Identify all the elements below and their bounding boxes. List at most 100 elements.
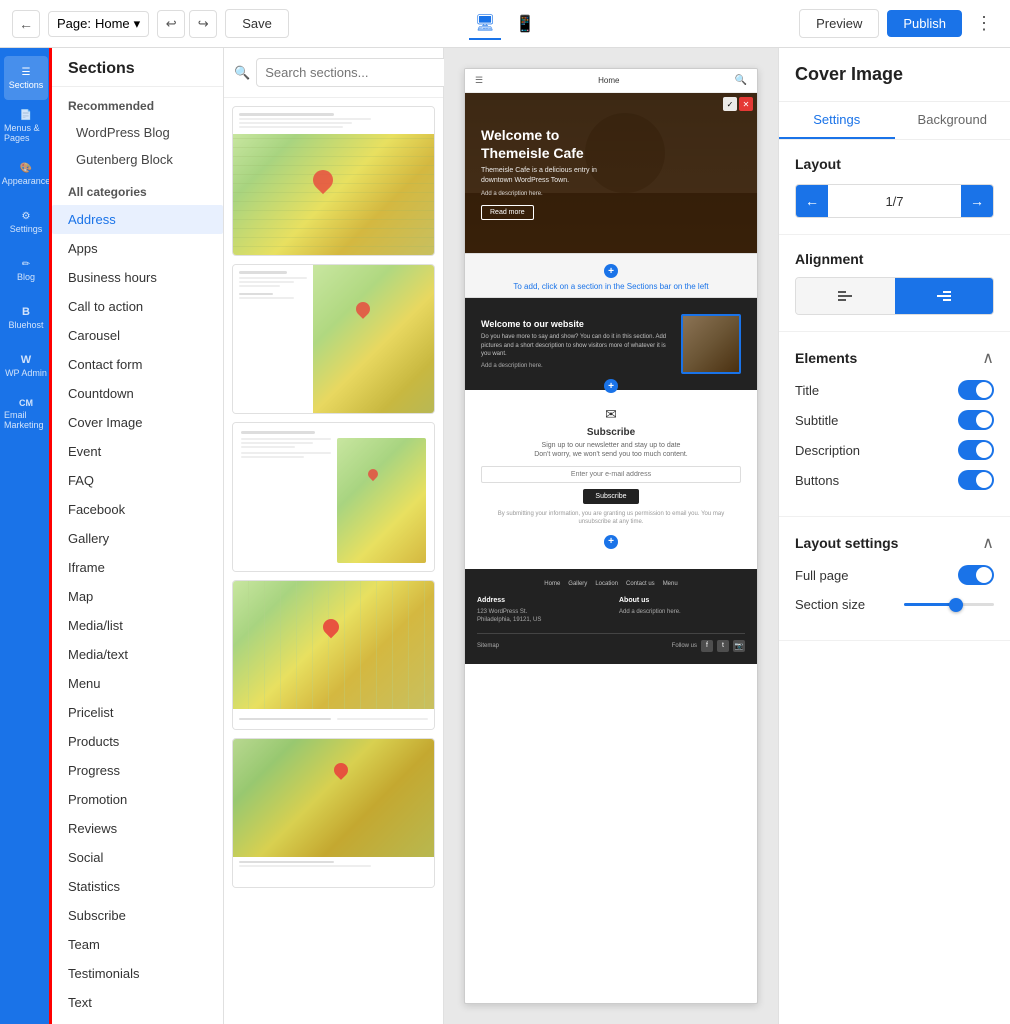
category-item-address[interactable]: Address — [52, 205, 223, 234]
section-thumb-5[interactable] — [232, 738, 435, 888]
category-item-facebook[interactable]: Facebook — [52, 495, 223, 524]
redo-button[interactable]: ↪ — [189, 10, 217, 38]
layout-next-button[interactable]: → — [961, 185, 993, 217]
category-item-apps[interactable]: Apps — [52, 234, 223, 263]
instagram-social-icon[interactable]: 📷 — [733, 640, 745, 652]
element-subtitle-label: Subtitle — [795, 413, 838, 428]
element-description-toggle[interactable] — [958, 440, 994, 460]
sidebar-item-sections[interactable]: ☰ Sections — [4, 56, 48, 100]
footer-nav-gallery[interactable]: Gallery — [568, 581, 587, 587]
sidebar-item-appearance[interactable]: 🎨 Appearance — [4, 152, 48, 196]
icon-sidebar: ☰ Sections 📄 Menus & Pages 🎨 Appearance … — [0, 48, 52, 1024]
footer-sitemap-link[interactable]: Sitemap — [477, 643, 499, 649]
align-left-button[interactable] — [796, 278, 895, 314]
category-item-promotion[interactable]: Promotion — [52, 785, 223, 814]
category-item-cover-image[interactable]: Cover Image — [52, 408, 223, 437]
twitter-social-icon[interactable]: t — [717, 640, 729, 652]
elements-header[interactable]: Elements ∧ — [795, 348, 994, 368]
category-item-social[interactable]: Social — [52, 843, 223, 872]
category-item-subscribe[interactable]: Subscribe — [52, 901, 223, 930]
search-input[interactable] — [256, 58, 450, 87]
sidebar-item-blog[interactable]: ✏ Blog — [4, 248, 48, 292]
menus-label: Menus & Pages — [4, 123, 48, 143]
footer-nav-contact[interactable]: Contact us — [626, 581, 655, 587]
alignment-buttons — [795, 277, 994, 315]
add-section-bar[interactable]: + To add, click on a section in the Sect… — [465, 253, 757, 298]
facebook-social-icon[interactable]: f — [701, 640, 713, 652]
sidebar-item-email-marketing[interactable]: CM Email Marketing — [4, 392, 48, 436]
back-button[interactable]: ← — [12, 10, 40, 38]
add-section-indicator-3[interactable]: + — [604, 535, 618, 549]
category-item-countdown[interactable]: Countdown — [52, 379, 223, 408]
hero-read-more-button[interactable]: Read more — [481, 205, 534, 220]
element-title-toggle[interactable] — [958, 380, 994, 400]
category-item-pricelist[interactable]: Pricelist — [52, 698, 223, 727]
category-item-call-to-action[interactable]: Call to action — [52, 292, 223, 321]
section-thumb-1[interactable] — [232, 106, 435, 256]
layout-settings-collapse-icon: ∧ — [982, 533, 994, 553]
appearance-label: Appearance — [2, 176, 51, 186]
subscribe-button[interactable]: Subscribe — [583, 489, 638, 504]
category-item-contact-form[interactable]: Contact form — [52, 350, 223, 379]
footer-nav-home[interactable]: Home — [544, 581, 560, 587]
section-thumb-3[interactable] — [232, 422, 435, 572]
full-page-label: Full page — [795, 568, 848, 583]
category-item-timeline[interactable]: Timeline — [52, 1017, 223, 1024]
section-size-slider[interactable] — [904, 603, 994, 606]
appearance-icon: 🎨 — [20, 163, 32, 174]
category-item-statistics[interactable]: Statistics — [52, 872, 223, 901]
sidebar-item-settings[interactable]: ⚙ Settings — [4, 200, 48, 244]
desktop-view-button[interactable]: 🖥 — [469, 8, 501, 40]
footer-nav-location[interactable]: Location — [595, 581, 618, 587]
layout-settings-header[interactable]: Layout settings ∧ — [795, 533, 994, 553]
save-button[interactable]: Save — [225, 9, 289, 38]
category-item-media-text[interactable]: Media/text — [52, 640, 223, 669]
layout-prev-button[interactable]: ← — [796, 185, 828, 217]
category-item-progress[interactable]: Progress — [52, 756, 223, 785]
sidebar-item-bluehost[interactable]: B Bluehost — [4, 296, 48, 340]
category-item-faq[interactable]: FAQ — [52, 466, 223, 495]
more-options-button[interactable]: ⋮ — [970, 10, 998, 38]
category-item-team[interactable]: Team — [52, 930, 223, 959]
element-row-description: Description — [795, 440, 994, 460]
publish-button[interactable]: Publish — [887, 10, 962, 37]
category-item-testimonials[interactable]: Testimonials — [52, 959, 223, 988]
preview-button[interactable]: Preview — [799, 9, 879, 38]
element-buttons-toggle[interactable] — [958, 470, 994, 490]
category-item-iframe[interactable]: Iframe — [52, 553, 223, 582]
category-item-text[interactable]: Text — [52, 988, 223, 1017]
footer-nav-menu[interactable]: Menu — [663, 581, 678, 587]
tab-settings[interactable]: Settings — [779, 102, 895, 139]
category-item-event[interactable]: Event — [52, 437, 223, 466]
page-label: Page: — [57, 16, 91, 31]
category-item-carousel[interactable]: Carousel — [52, 321, 223, 350]
section-thumb-2[interactable] — [232, 264, 435, 414]
hero-delete-badge[interactable]: ✕ — [739, 97, 753, 111]
sidebar-item-wp-admin[interactable]: W WP Admin — [4, 344, 48, 388]
add-section-indicator-2[interactable]: + — [604, 379, 618, 393]
category-item-map[interactable]: Map — [52, 582, 223, 611]
subscribe-email-input[interactable] — [481, 466, 741, 483]
hero-check-badge[interactable]: ✓ — [723, 97, 737, 111]
welcome-title: Welcome to our website — [481, 319, 673, 329]
recommended-item-wordpress-blog[interactable]: WordPress Blog — [52, 119, 223, 146]
element-subtitle-toggle[interactable] — [958, 410, 994, 430]
sidebar-item-menus-pages[interactable]: 📄 Menus & Pages — [4, 104, 48, 148]
full-page-toggle[interactable] — [958, 565, 994, 585]
section-thumb-4[interactable] — [232, 580, 435, 730]
category-item-gallery[interactable]: Gallery — [52, 524, 223, 553]
category-item-media-list[interactable]: Media/list — [52, 611, 223, 640]
category-item-reviews[interactable]: Reviews — [52, 814, 223, 843]
recommended-item-gutenberg-block[interactable]: Gutenberg Block — [52, 146, 223, 173]
mobile-view-button[interactable]: 📱 — [509, 8, 541, 40]
blog-icon: ✏ — [22, 259, 30, 270]
undo-button[interactable]: ↩ — [157, 10, 185, 38]
category-item-products[interactable]: Products — [52, 727, 223, 756]
align-right-button[interactable] — [895, 278, 994, 314]
category-item-business-hours[interactable]: Business hours — [52, 263, 223, 292]
add-section-indicator-1[interactable]: + — [604, 264, 618, 278]
tab-background[interactable]: Background — [895, 102, 1010, 139]
page-selector[interactable]: Page: Home ▾ — [48, 11, 149, 37]
category-item-menu[interactable]: Menu — [52, 669, 223, 698]
slider-thumb[interactable] — [949, 598, 963, 612]
